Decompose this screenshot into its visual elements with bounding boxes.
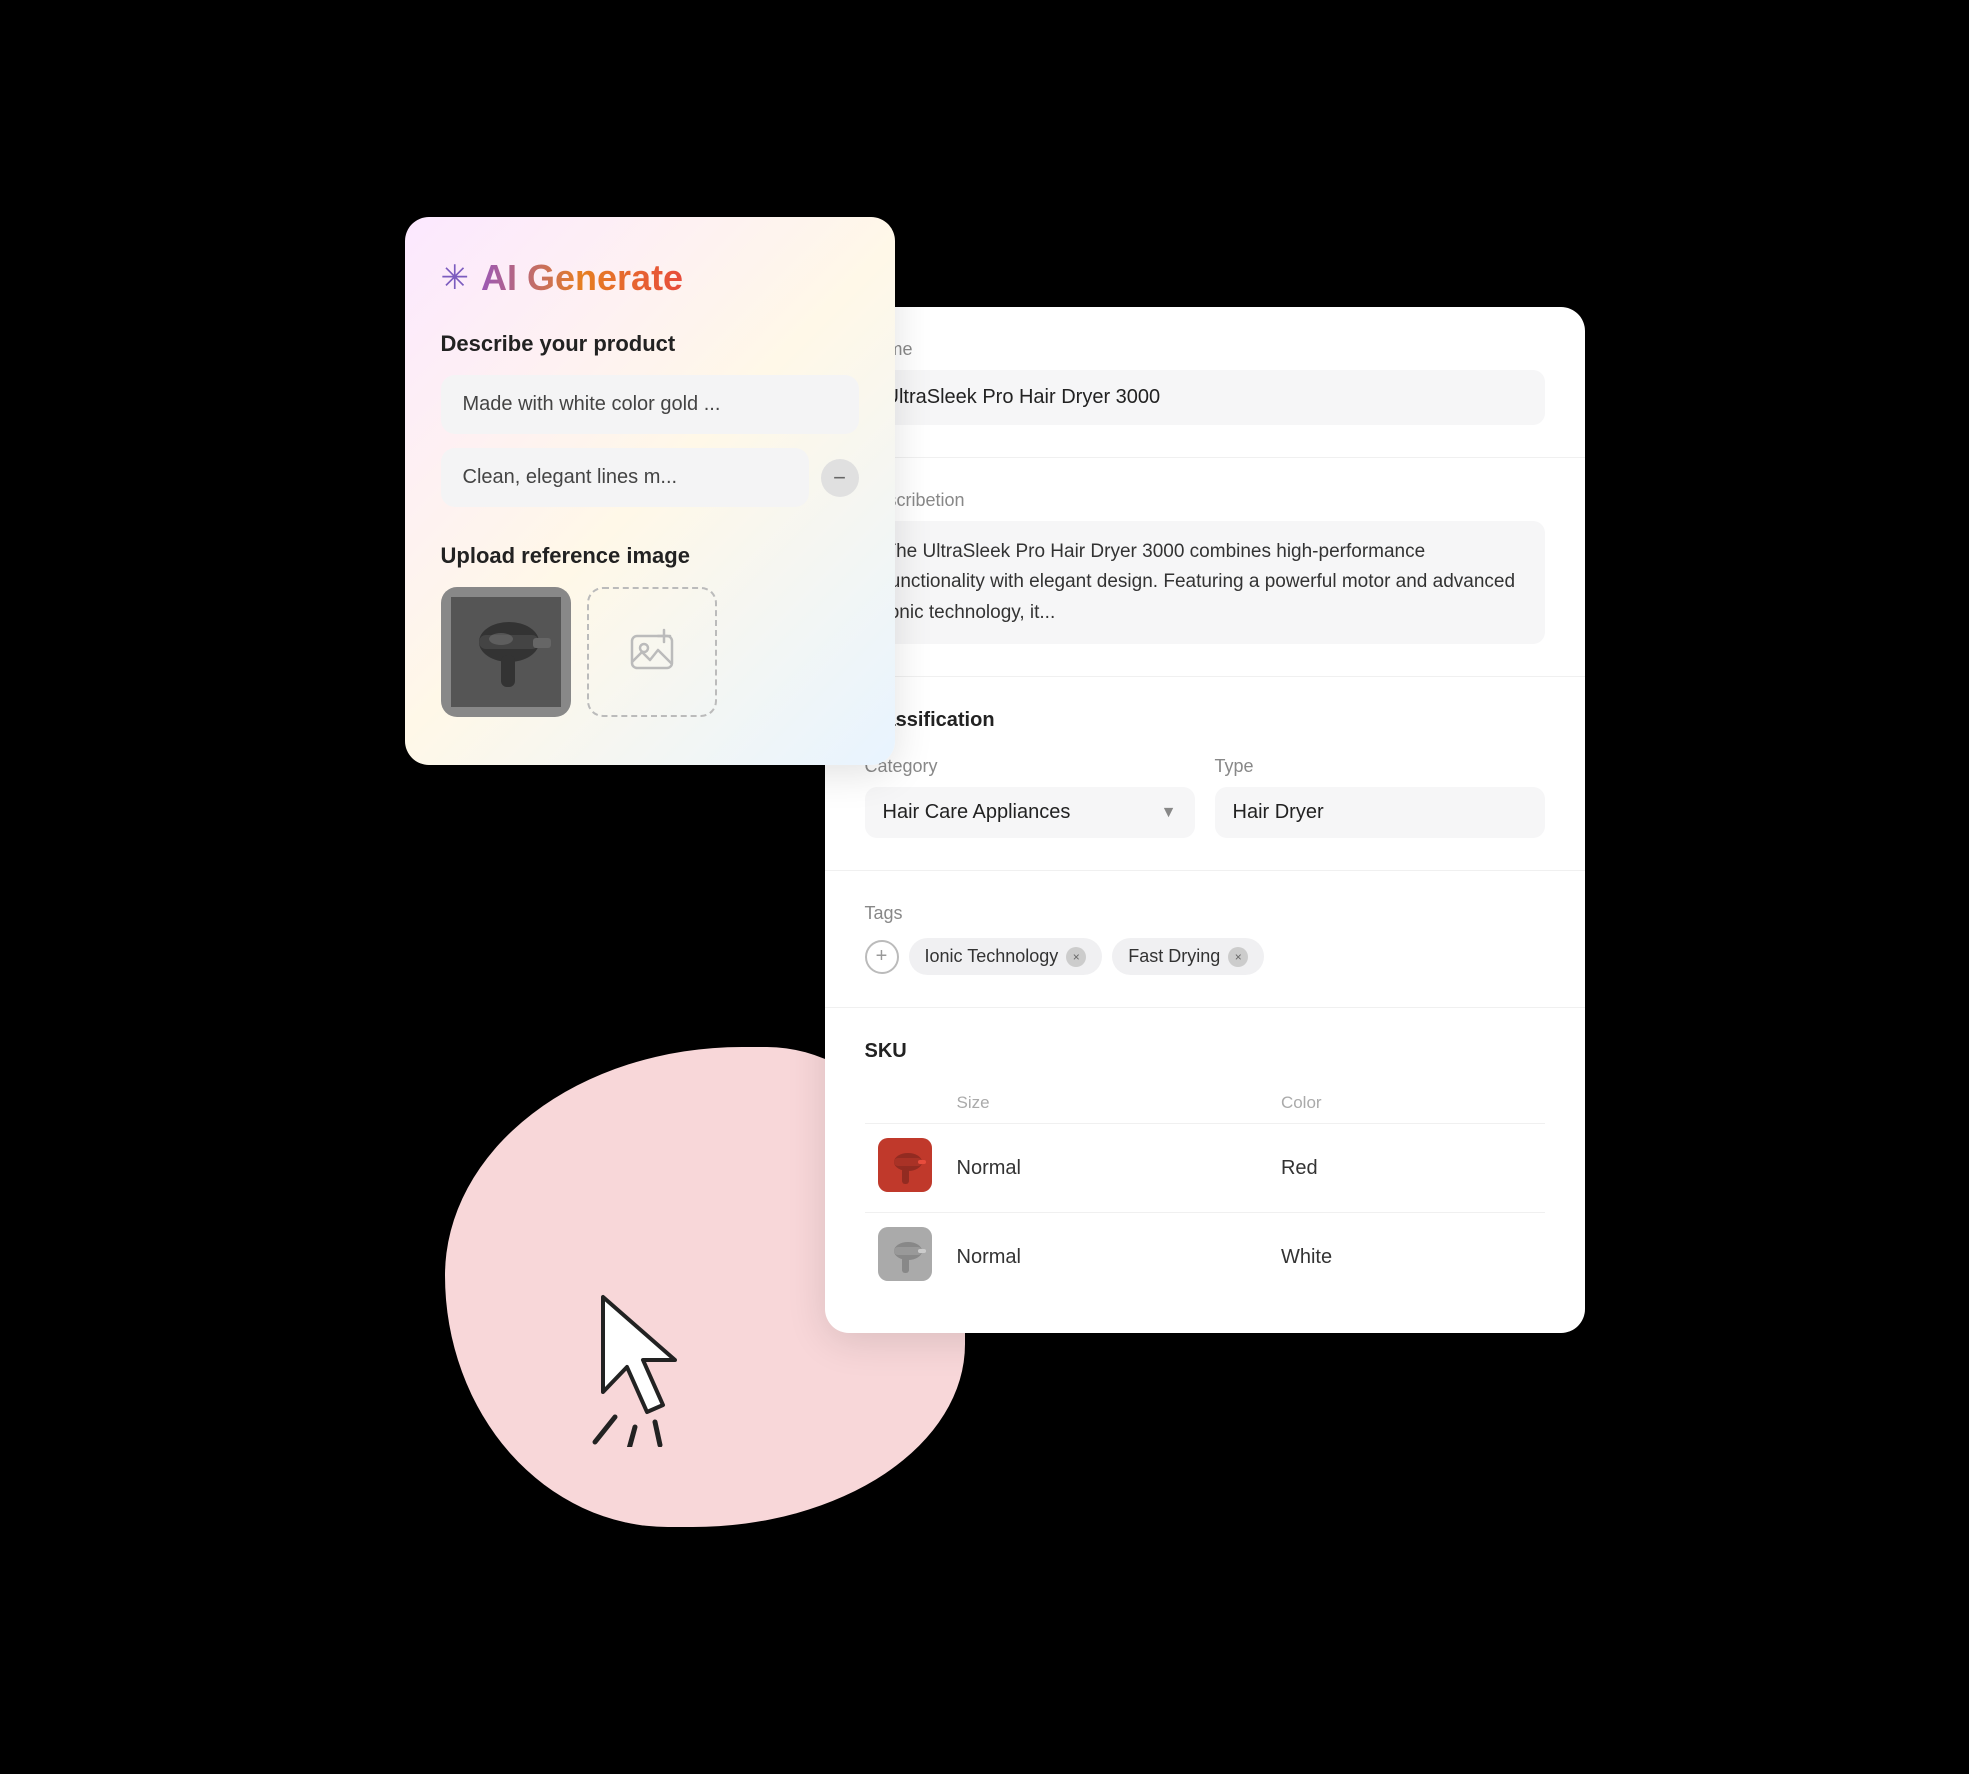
type-field: Type Hair Dryer (1215, 756, 1545, 838)
tag-ionic-label: Ionic Technology (925, 946, 1059, 967)
classification-title: Classification (865, 709, 1545, 732)
classification-section: Classification Category Hair Care Applia… (825, 677, 1585, 871)
type-select[interactable]: Hair Dryer (1215, 787, 1545, 838)
description-input-row-2: Clean, elegant lines m... − (441, 448, 859, 507)
chevron-down-icon: ▼ (1161, 804, 1177, 822)
upload-label: Upload reference image (441, 543, 859, 569)
category-label: Category (865, 756, 1195, 777)
name-section: Name UltraSleek Pro Hair Dryer 3000 (825, 307, 1585, 458)
sku-section: SKU Size Color (825, 1008, 1585, 1333)
description-section: Describetion The UltraSleek Pro Hair Dry… (825, 458, 1585, 677)
description-value[interactable]: The UltraSleek Pro Hair Dryer 3000 combi… (865, 521, 1545, 644)
sku-title: SKU (865, 1040, 1545, 1063)
remove-fast-drying-tag-button[interactable]: × (1228, 947, 1248, 967)
sku-color-1: Red (1269, 1124, 1545, 1213)
type-value: Hair Dryer (1233, 801, 1324, 824)
tags-section: Tags + Ionic Technology × Fast Drying × (825, 871, 1585, 1008)
name-value[interactable]: UltraSleek Pro Hair Dryer 3000 (865, 370, 1545, 425)
sku-thumb-1 (865, 1124, 945, 1213)
category-field: Category Hair Care Appliances ▼ (865, 756, 1195, 838)
sku-col-size: Size (945, 1083, 1269, 1124)
add-tag-button[interactable]: + (865, 940, 899, 974)
cursor-arrow (585, 1287, 715, 1447)
sparkle-icon: ✳︎ (441, 258, 470, 298)
description-label: Describetion (865, 490, 1545, 511)
tag-ionic-technology: Ionic Technology × (909, 938, 1103, 975)
sku-table: Size Color (865, 1083, 1545, 1301)
name-label: Name (865, 339, 1545, 360)
type-label: Type (1215, 756, 1545, 777)
ai-title: AI Generate (481, 257, 683, 299)
upload-new-image-button[interactable] (587, 587, 717, 717)
tags-label: Tags (865, 903, 1545, 924)
sku-col-color: Color (1269, 1083, 1545, 1124)
sku-row-1: Normal Red (865, 1124, 1545, 1213)
sku-image-2 (878, 1227, 932, 1281)
upload-row (441, 587, 859, 717)
sku-row-2: Normal White (865, 1213, 1545, 1302)
category-select[interactable]: Hair Care Appliances ▼ (865, 787, 1195, 838)
reference-image-thumb (441, 587, 571, 717)
tag-fast-drying: Fast Drying × (1112, 938, 1264, 975)
sku-thumb-2 (865, 1213, 945, 1302)
sku-color-2: White (1269, 1213, 1545, 1302)
remove-input-button[interactable]: − (821, 459, 859, 497)
tags-row: + Ionic Technology × Fast Drying × (865, 938, 1545, 975)
tag-fast-drying-label: Fast Drying (1128, 946, 1220, 967)
sku-image-1 (878, 1138, 932, 1192)
sku-size-2: Normal (945, 1213, 1269, 1302)
describe-label: Describe your product (441, 331, 859, 357)
ai-header: ✳︎ AI Generate (441, 257, 859, 299)
product-info-card: Name UltraSleek Pro Hair Dryer 3000 Desc… (825, 307, 1585, 1333)
ai-generate-card: ✳︎ AI Generate Describe your product Mad… (405, 217, 895, 765)
product-description-input-2[interactable]: Clean, elegant lines m... (441, 448, 809, 507)
category-value: Hair Care Appliances (883, 801, 1071, 824)
remove-ionic-tag-button[interactable]: × (1066, 947, 1086, 967)
classification-row: Category Hair Care Appliances ▼ Type Hai… (865, 756, 1545, 838)
sku-size-1: Normal (945, 1124, 1269, 1213)
product-description-input-1[interactable]: Made with white color gold ... (441, 375, 859, 434)
sku-col-thumb (865, 1083, 945, 1124)
